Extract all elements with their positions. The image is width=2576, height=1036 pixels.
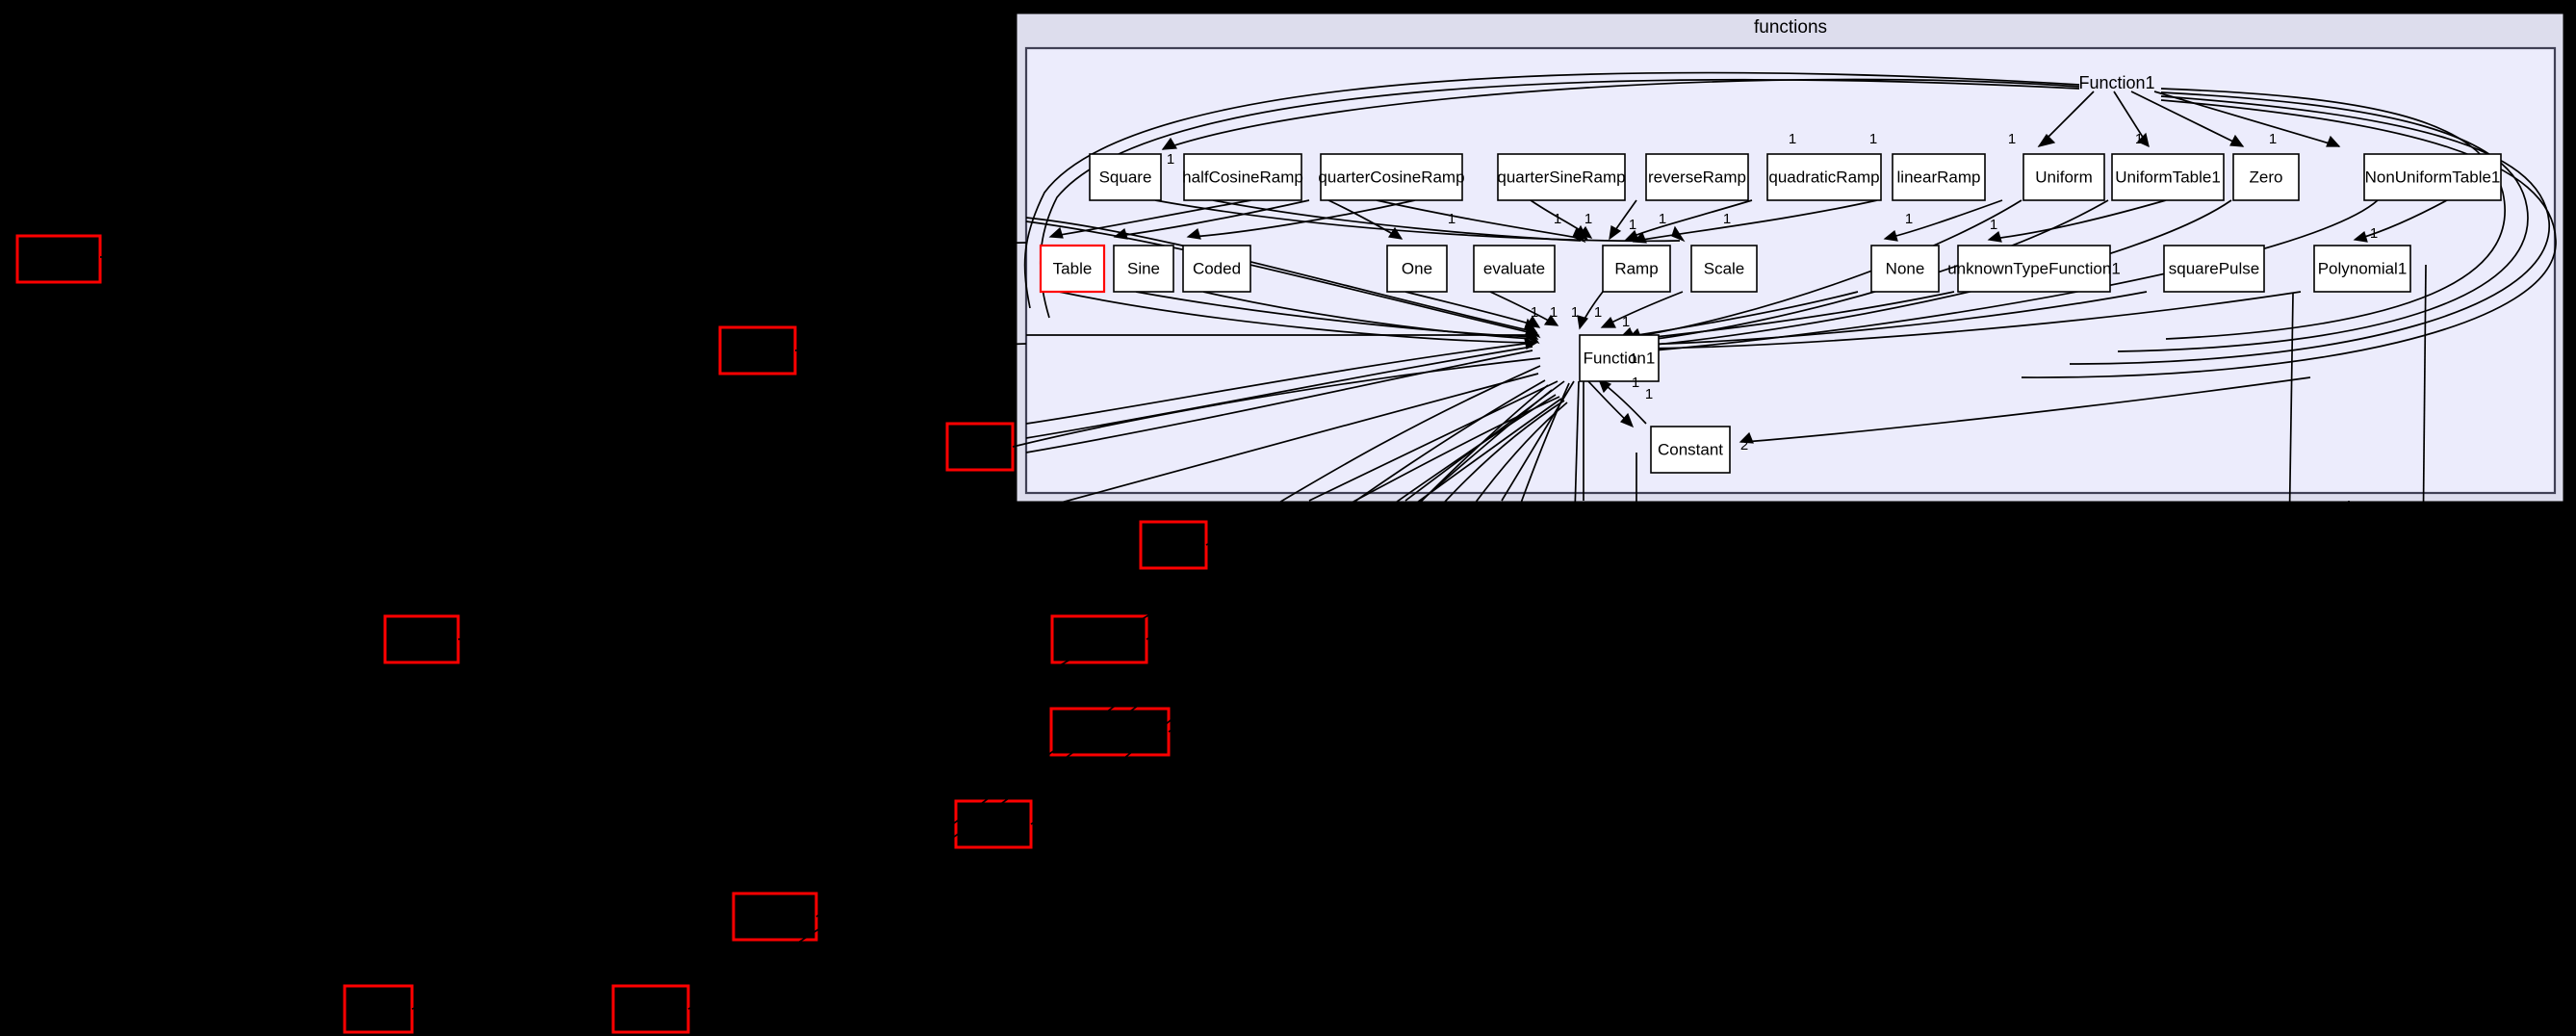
graph-node-quartersineramp[interactable]: quarterSineRamp: [1497, 153, 1626, 201]
graph-node-coded[interactable]: Coded: [1182, 245, 1251, 293]
edge-multiplicity-label: 1: [1630, 350, 1637, 367]
graph-node-scale[interactable]: Scale: [1690, 245, 1758, 293]
node-label: unknownTypeFunction1: [1947, 259, 2121, 277]
node-label: Coded: [1193, 259, 1241, 277]
edge-multiplicity-label: 1: [1448, 211, 1455, 227]
node-label: None: [1886, 259, 1925, 277]
edge-multiplicity-label: 1: [1594, 304, 1602, 321]
dependency-graph: functions Function1 Square halfCosineRam…: [15, 13, 2563, 1036]
offscreen-node-box[interactable]: [945, 422, 1015, 472]
edge-multiplicity-label: 1: [2135, 131, 2143, 147]
function1-cluster-label: Function1: [2078, 73, 2154, 92]
node-label: Square: [1099, 168, 1152, 186]
offscreen-node-box[interactable]: [718, 325, 797, 376]
edge-multiplicity-label: 1: [1622, 314, 1630, 330]
edge-multiplicity-label: 1: [2370, 225, 2378, 242]
node-label: evaluate: [1483, 259, 1545, 277]
offscreen-node[interactable]: [1049, 707, 1171, 757]
edge-multiplicity-label: 1: [1645, 386, 1653, 402]
edge-multiplicity-label: 1: [2269, 131, 2277, 147]
offscreen-node-box[interactable]: [954, 799, 1033, 849]
graph-node-polynomial1[interactable]: Polynomial1: [2313, 245, 2411, 293]
graph-node-zero[interactable]: Zero: [2232, 153, 2300, 201]
offscreen-node[interactable]: [15, 234, 102, 284]
edge-multiplicity-label: 1: [1550, 304, 1558, 321]
graph-node-quartercosineramp[interactable]: quarterCosineRamp: [1318, 153, 1465, 201]
graph-node-constant[interactable]: Constant: [1650, 426, 1731, 474]
edge-multiplicity-label: 1: [1723, 211, 1731, 227]
node-label: halfCosineRamp: [1182, 168, 1303, 186]
offscreen-node[interactable]: [945, 422, 1015, 472]
offscreen-node[interactable]: [343, 984, 414, 1034]
graph-node-none[interactable]: None: [1870, 245, 1940, 293]
graph-node-uniformtable1[interactable]: UniformTable1: [2111, 153, 2225, 201]
node-label: Scale: [1704, 259, 1745, 277]
edge-multiplicity-label: 1: [1554, 211, 1561, 227]
node-label: quarterCosineRamp: [1318, 168, 1464, 186]
functions-cluster-label: functions: [1754, 17, 1827, 38]
graph-node-square[interactable]: Square: [1089, 153, 1162, 201]
edge-multiplicity-label: 1: [2008, 131, 2016, 147]
offscreen-node-box[interactable]: [732, 892, 818, 942]
graph-node-reverseramp[interactable]: reverseRamp: [1645, 153, 1749, 201]
node-label: Table: [1053, 259, 1093, 277]
offscreen-node[interactable]: [718, 325, 797, 376]
node-label: quarterSineRamp: [1497, 168, 1625, 186]
edge-multiplicity-label: 2: [1740, 437, 1748, 453]
node-label: reverseRamp: [1648, 168, 1746, 186]
graph-canvas: functions Function1 Square halfCosineRam…: [0, 0, 2576, 1036]
edge-multiplicity-label: 1: [1167, 151, 1174, 168]
edge-multiplicity-label: 1: [1789, 131, 1796, 147]
node-label: squarePulse: [2169, 259, 2260, 277]
graph-node-quadraticramp[interactable]: quadraticRamp: [1766, 153, 1882, 201]
offscreen-node[interactable]: [1139, 520, 1208, 570]
node-label: Uniform: [2035, 168, 2093, 186]
edge-multiplicity-label: 1: [1632, 375, 1639, 391]
offscreen-node-box[interactable]: [1139, 520, 1208, 570]
offscreen-node-box[interactable]: [383, 614, 460, 664]
offscreen-node[interactable]: [954, 799, 1033, 849]
node-label: Ramp: [1614, 259, 1658, 277]
graph-node-unknowntypefunction1[interactable]: unknownTypeFunction1: [1947, 245, 2121, 293]
edge-multiplicity-label: 1: [1629, 217, 1636, 233]
graph-node-function1[interactable]: Function1: [1579, 334, 1660, 382]
graph-node-one[interactable]: One: [1386, 245, 1448, 293]
edge-multiplicity-label: 1: [1905, 211, 1913, 227]
node-label: Constant: [1658, 440, 1723, 458]
offscreen-node[interactable]: [611, 984, 690, 1034]
node-label: NonUniformTable1: [2365, 168, 2501, 186]
edge-multiplicity-label: 1: [1659, 211, 1666, 227]
offscreen-node-box[interactable]: [1050, 614, 1148, 664]
graph-node-linearramp[interactable]: linearRamp: [1892, 153, 1986, 201]
graph-node-halfcosineramp[interactable]: halfCosineRamp: [1182, 153, 1303, 201]
offscreen-node-box[interactable]: [1049, 707, 1171, 757]
offscreen-node-box[interactable]: [15, 234, 102, 284]
edge-multiplicity-label: 1: [1584, 211, 1592, 227]
node-label: One: [1402, 259, 1432, 277]
node-label: Zero: [2250, 168, 2283, 186]
graph-node-sine[interactable]: Sine: [1113, 245, 1174, 293]
offscreen-node-box[interactable]: [611, 984, 690, 1034]
node-label: Polynomial1: [2318, 259, 2408, 277]
node-label: Function1: [1584, 349, 1656, 367]
edge-multiplicity-label: 1: [1990, 217, 1997, 233]
graph-node-table[interactable]: Table: [1039, 244, 1106, 294]
graph-node-squarepulse[interactable]: squarePulse: [2163, 245, 2265, 293]
edge-multiplicity-label: 1: [1531, 304, 1538, 321]
graph-node-evaluate[interactable]: evaluate: [1473, 245, 1556, 293]
graph-node-nonuniformtable1[interactable]: NonUniformTable1: [2363, 153, 2502, 201]
offscreen-node-box[interactable]: [343, 984, 414, 1034]
node-label: UniformTable1: [2115, 168, 2221, 186]
offscreen-node[interactable]: [383, 614, 460, 664]
node-label: quadraticRamp: [1768, 168, 1879, 186]
offscreen-node[interactable]: [732, 892, 818, 942]
edge-multiplicity-label: 1: [1869, 131, 1877, 147]
graph-node-uniform[interactable]: Uniform: [2022, 153, 2105, 201]
node-label: linearRamp: [1897, 168, 1981, 186]
node-label: Sine: [1127, 259, 1160, 277]
edge-multiplicity-label: 1: [1571, 304, 1579, 321]
offscreen-node[interactable]: [1050, 614, 1148, 664]
graph-node-ramp[interactable]: Ramp: [1602, 245, 1671, 293]
